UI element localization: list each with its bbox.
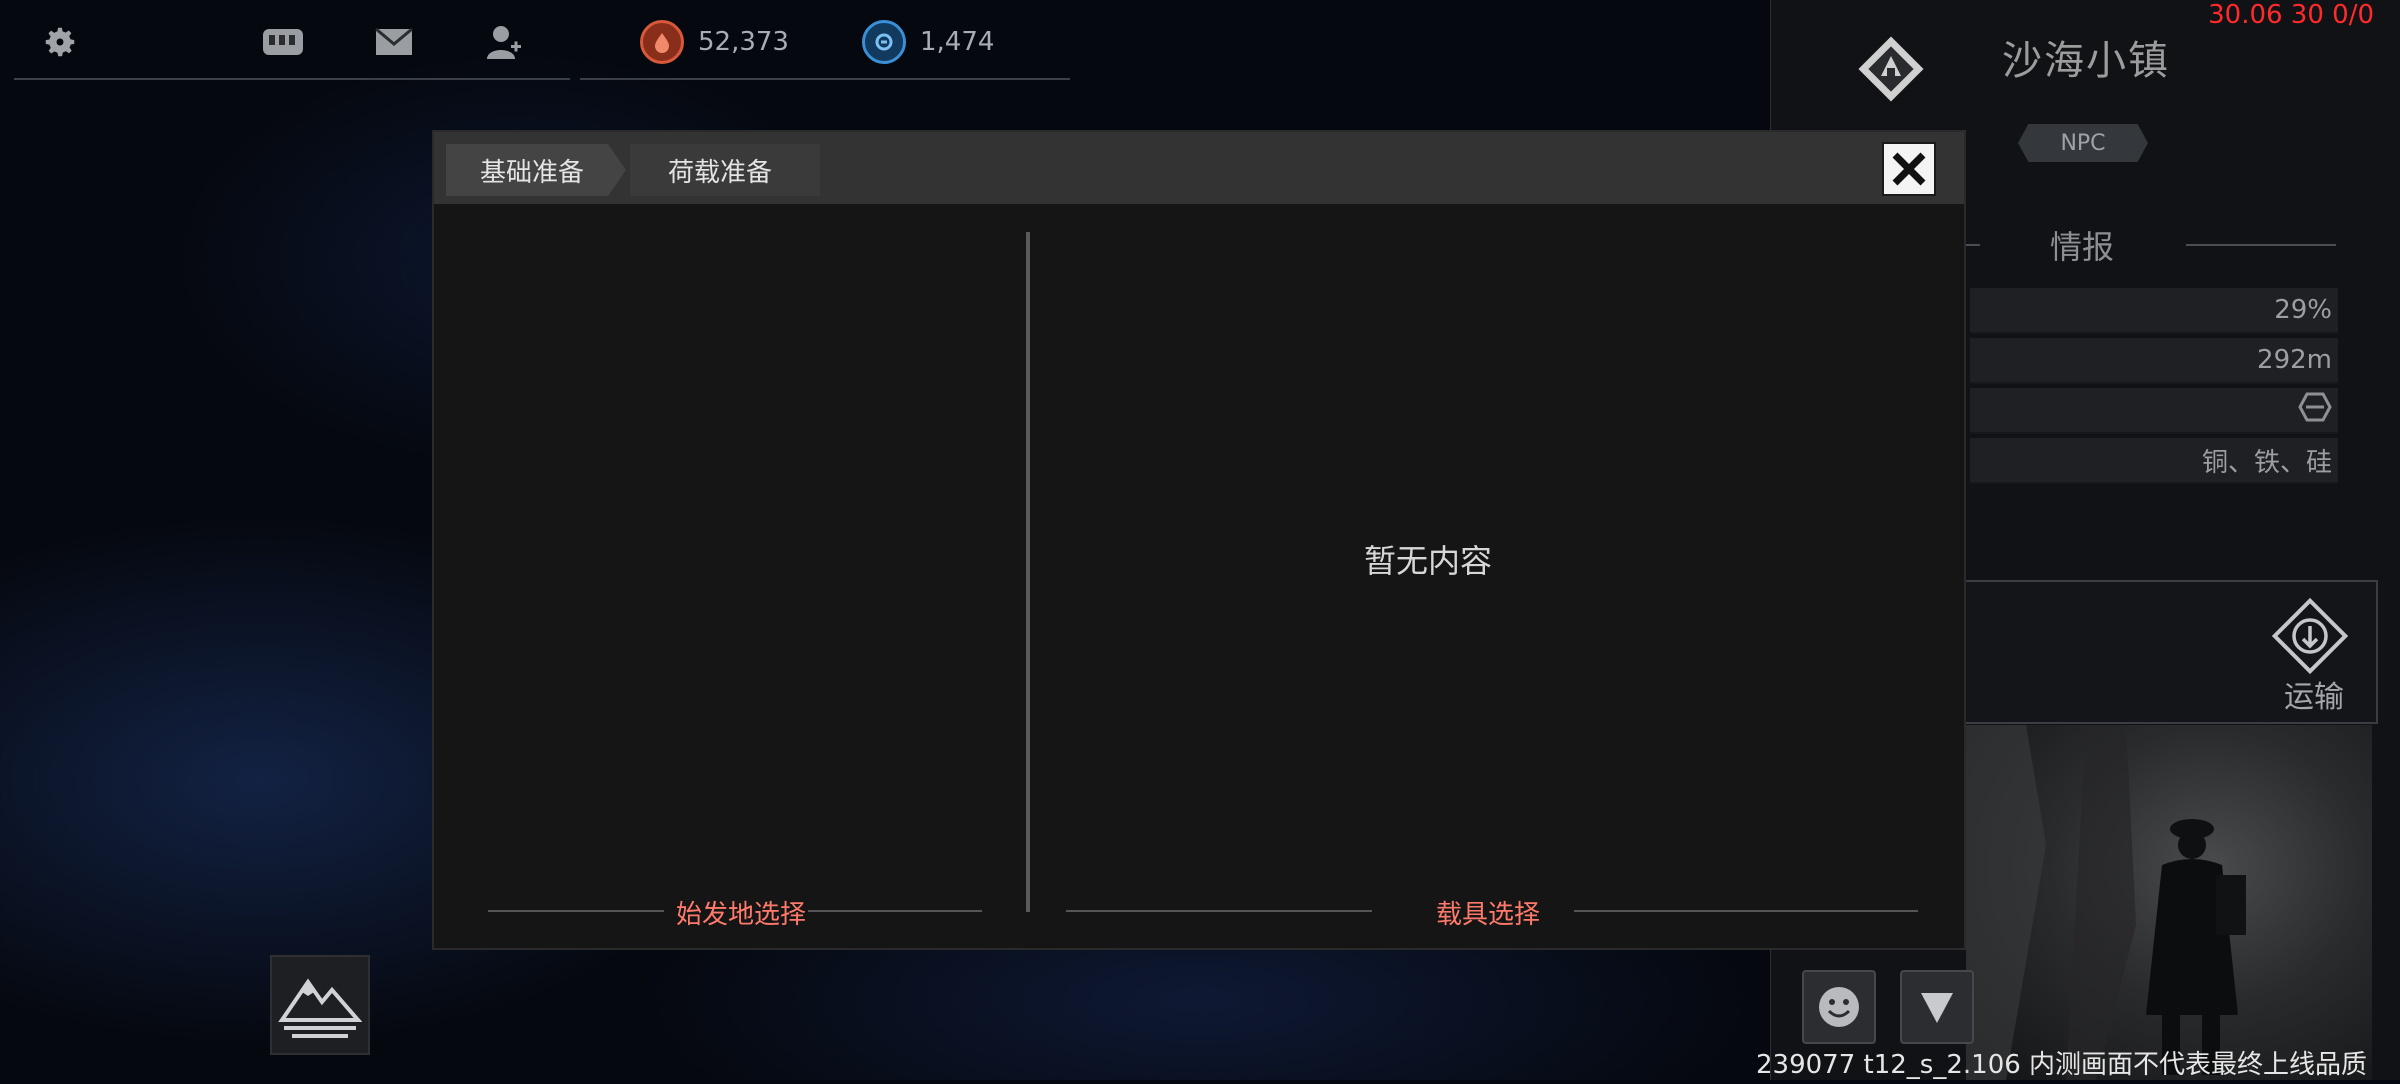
npc-tag: NPC — [2018, 124, 2148, 162]
emote-button[interactable] — [1802, 970, 1876, 1044]
footer-line — [808, 910, 982, 912]
mountain-icon — [278, 978, 362, 1038]
empty-state-text: 暂无内容 — [1363, 542, 1493, 580]
info-value: 铜、铁、硅 — [2201, 447, 2332, 478]
info-row-rate: 29% — [1970, 288, 2338, 334]
npc-portrait — [1966, 725, 2372, 1080]
dialog-header: 基础准备 荷载准备 — [434, 132, 1964, 204]
tab-label: 基础准备 — [480, 157, 585, 188]
location-emblem-icon — [1856, 34, 1926, 108]
close-button[interactable] — [1882, 142, 1936, 196]
transport-icon[interactable] — [2268, 594, 2352, 682]
info-value: 29% — [2274, 295, 2332, 325]
perf-counter: 30.06 30 0/0 — [2208, 0, 2374, 30]
friends-icon[interactable] — [484, 22, 524, 62]
resource-1: 52,373 — [640, 20, 789, 64]
intel-divider-right — [2186, 244, 2336, 246]
panel-divider — [1026, 232, 1030, 912]
vehicle-select-button[interactable]: 载具选择 — [1436, 894, 1540, 931]
gear-icon[interactable] — [40, 22, 80, 62]
resource-2: 1,474 — [862, 20, 994, 64]
footer-line — [1066, 910, 1372, 912]
resource-bar: 52,373 1,474 — [580, 0, 1070, 80]
top-toolbar — [14, 0, 570, 80]
tab-load-prep[interactable]: 荷载准备 — [630, 144, 820, 196]
triangle-down-icon — [1921, 993, 1953, 1023]
info-value: 292m — [2257, 345, 2332, 375]
chat-icon[interactable] — [260, 22, 306, 62]
fuel-icon — [640, 20, 684, 64]
resource-2-value: 1,474 — [920, 27, 995, 57]
info-row-terrain — [1970, 388, 2338, 434]
mail-icon[interactable] — [374, 22, 414, 62]
resource-1-value: 52,373 — [698, 27, 789, 57]
origin-select-button[interactable]: 始发地选择 — [676, 894, 806, 931]
location-name: 沙海小镇 — [2002, 38, 2170, 84]
tab-basic-prep[interactable]: 基础准备 — [446, 144, 626, 196]
smile-icon — [1819, 987, 1859, 1027]
intel-title: 情报 — [2050, 228, 2115, 266]
map-button[interactable] — [270, 955, 370, 1055]
tab-label: 荷载准备 — [668, 157, 773, 188]
transport-label[interactable]: 运输 — [2284, 672, 2344, 716]
info-row-distance: 292m — [1970, 338, 2338, 384]
coin-icon — [862, 20, 906, 64]
hexagon-icon — [2298, 392, 2332, 429]
build-watermark: 239077 t12_s_2.106 内测画面不代表最终上线品质 — [1756, 1050, 2368, 1080]
info-row-resources: 铜、铁、硅 — [1970, 438, 2338, 484]
preparation-dialog: 基础准备 荷载准备 暂无内容 始发地选择 载具选择 — [432, 130, 1966, 950]
footer-line — [1574, 910, 1918, 912]
collapse-button[interactable] — [1900, 970, 1974, 1044]
footer-line — [488, 910, 664, 912]
close-icon — [1892, 152, 1926, 186]
